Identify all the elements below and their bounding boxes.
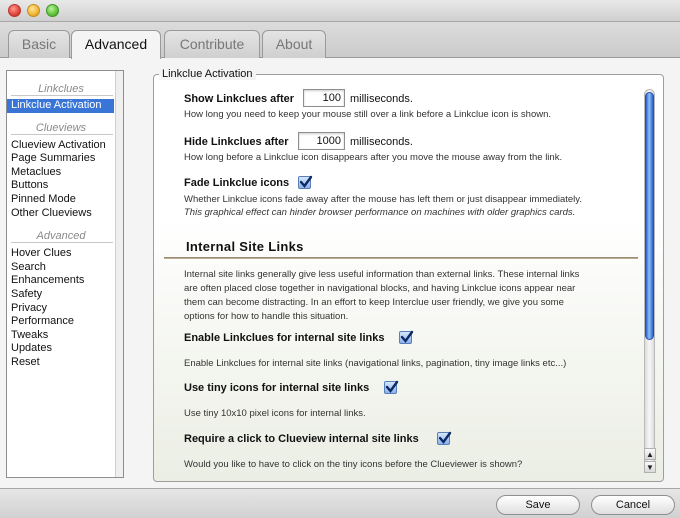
group-legend: Linkclue Activation bbox=[159, 68, 256, 80]
settings-sidebar[interactable]: Linkclues Linkclue Activation Clueviews … bbox=[6, 70, 124, 478]
sidebar-item-linkclue-activation[interactable]: Linkclue Activation bbox=[7, 99, 114, 113]
fade-icons-checkbox[interactable] bbox=[298, 175, 313, 189]
sidebar-heading-clueviews: Clueviews bbox=[35, 121, 87, 134]
sidebar-item-safety[interactable]: Safety bbox=[7, 288, 114, 302]
hide-linkclues-label: Hide Linkclues after bbox=[184, 136, 289, 148]
cancel-button[interactable]: Cancel bbox=[591, 495, 675, 515]
fade-description: Whether Linkclue icons fade away after t… bbox=[184, 194, 582, 205]
sidebar-item-performance-tweaks[interactable]: Performance Tweaks bbox=[7, 315, 114, 342]
internal-intro-line-2: are often placed close together in navig… bbox=[184, 283, 576, 294]
settings-scrollbar-track[interactable] bbox=[644, 89, 655, 467]
enable-internal-description: Enable Linkclues for internal site links… bbox=[184, 358, 567, 369]
checkmark-icon bbox=[438, 431, 452, 444]
sidebar-item-search-enhancements[interactable]: Search Enhancements bbox=[7, 261, 114, 288]
close-window-button[interactable] bbox=[8, 4, 21, 17]
fade-performance-note: This graphical effect can hinder browser… bbox=[184, 207, 576, 218]
internal-intro-line-3: them can become distracting. In an effor… bbox=[184, 297, 564, 308]
scroll-down-arrow-icon[interactable]: ▼ bbox=[644, 461, 656, 473]
hide-delay-unit: milliseconds. bbox=[350, 136, 413, 148]
fade-icons-label: Fade Linkclue icons bbox=[184, 177, 290, 189]
tiny-icons-label: Use tiny icons for internal site links bbox=[184, 382, 370, 394]
enable-internal-checkbox[interactable] bbox=[399, 330, 414, 344]
tab-contribute[interactable]: Contribute bbox=[164, 30, 260, 58]
scroll-up-arrow-icon[interactable]: ▲ bbox=[644, 448, 656, 460]
show-linkclues-label: Show Linkclues after bbox=[184, 93, 295, 105]
linkclue-activation-group: Show Linkclues after 100 milliseconds. H… bbox=[153, 74, 664, 482]
zoom-window-button[interactable] bbox=[46, 4, 59, 17]
tab-bar: Basic Advanced Contribute About bbox=[0, 22, 680, 59]
sidebar-item-clueview-activation[interactable]: Clueview Activation bbox=[7, 139, 114, 153]
sidebar-item-updates[interactable]: Updates bbox=[7, 342, 114, 356]
dialog-button-bar: Save Cancel bbox=[0, 488, 680, 518]
show-delay-description: How long you need to keep your mouse sti… bbox=[184, 109, 552, 120]
show-delay-input[interactable]: 100 bbox=[303, 89, 345, 107]
enable-internal-label: Enable Linkclues for internal site links bbox=[184, 332, 385, 344]
sidebar-item-hover-clues[interactable]: Hover Clues bbox=[7, 247, 114, 261]
tiny-icons-description: Use tiny 10x10 pixel icons for internal … bbox=[184, 408, 366, 419]
checkmark-icon bbox=[299, 175, 313, 188]
sidebar-heading-advanced: Advanced bbox=[36, 230, 86, 243]
sidebar-item-reset[interactable]: Reset bbox=[7, 356, 114, 370]
save-button[interactable]: Save bbox=[496, 495, 580, 515]
sidebar-item-page-summaries[interactable]: Page Summaries bbox=[7, 152, 114, 166]
hide-delay-input[interactable]: 1000 bbox=[298, 132, 345, 150]
require-click-label: Require a click to Clueview internal sit… bbox=[184, 433, 419, 445]
require-click-description: Would you like to have to click on the t… bbox=[184, 459, 523, 470]
sidebar-item-buttons[interactable]: Buttons bbox=[7, 179, 114, 193]
tiny-icons-checkbox[interactable] bbox=[384, 380, 399, 394]
sidebar-item-metaclues[interactable]: Metaclues bbox=[7, 166, 114, 180]
sidebar-heading-linkclues: Linkclues bbox=[38, 83, 84, 95]
checkmark-icon bbox=[400, 330, 414, 343]
tab-basic[interactable]: Basic bbox=[8, 30, 70, 58]
preferences-content: Linkclues Linkclue Activation Clueviews … bbox=[0, 58, 680, 488]
checkmark-icon bbox=[385, 380, 399, 393]
hide-delay-description: How long before a Linkclue icon disappea… bbox=[184, 152, 563, 163]
internal-intro-line-1: Internal site links generally give less … bbox=[184, 269, 580, 280]
sidebar-scrollbar[interactable] bbox=[115, 71, 123, 477]
minimize-window-button[interactable] bbox=[27, 4, 40, 17]
require-click-checkbox[interactable] bbox=[437, 431, 452, 445]
sidebar-item-privacy[interactable]: Privacy bbox=[7, 302, 114, 316]
tab-about[interactable]: About bbox=[262, 30, 326, 58]
show-delay-unit: milliseconds. bbox=[350, 93, 413, 105]
tab-advanced[interactable]: Advanced bbox=[71, 30, 161, 59]
sidebar-item-pinned-mode[interactable]: Pinned Mode bbox=[7, 193, 114, 207]
sidebar-item-other-clueviews[interactable]: Other Clueviews bbox=[7, 207, 114, 221]
section-divider bbox=[164, 257, 638, 259]
internal-links-heading: Internal Site Links bbox=[186, 239, 304, 254]
window-titlebar bbox=[0, 0, 680, 22]
internal-intro-line-4: options for how to handle this situation… bbox=[184, 311, 349, 322]
settings-scrollbar-thumb[interactable] bbox=[645, 92, 654, 340]
